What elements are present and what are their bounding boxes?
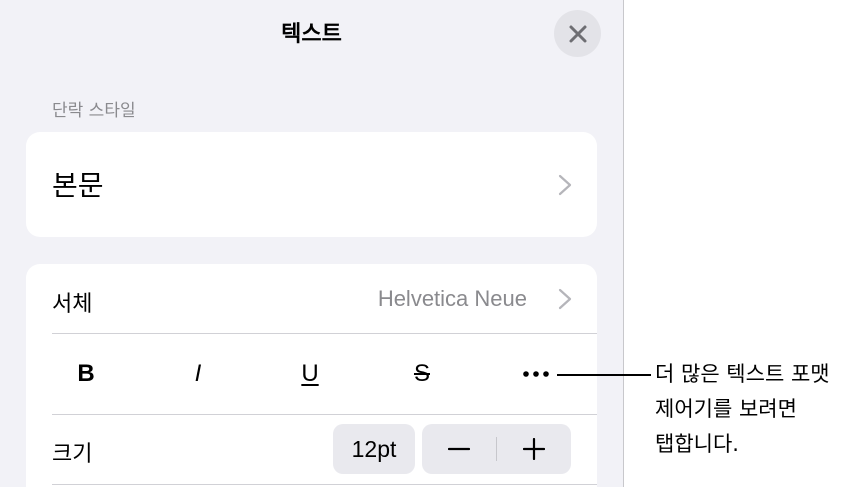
font-size-stepper — [422, 424, 571, 474]
chevron-right-icon — [558, 288, 572, 310]
font-row[interactable]: 서체 Helvetica Neue — [26, 264, 597, 334]
underline-button[interactable]: U — [254, 334, 366, 414]
callout-leader-line — [557, 374, 651, 376]
italic-button[interactable]: I — [142, 334, 254, 414]
decrease-size-button[interactable] — [422, 424, 496, 474]
size-label: 크기 — [52, 442, 93, 467]
italic-label: I — [194, 360, 202, 387]
text-format-card: 서체 Helvetica Neue B I U S 크기 12pt — [26, 264, 597, 487]
paragraph-style-row[interactable]: 본문 — [26, 132, 597, 237]
text-format-panel: 텍스트 단락 스타일 본문 서체 Helvetica Neue B I U S … — [0, 0, 624, 487]
increase-size-button[interactable] — [497, 424, 571, 474]
divider — [52, 484, 597, 485]
minus-icon — [448, 447, 470, 451]
font-value: Helvetica Neue — [377, 286, 527, 311]
callout-line-3: 탭합니다. — [655, 432, 739, 456]
chevron-right-icon — [558, 174, 572, 196]
close-button[interactable] — [554, 10, 601, 57]
font-label: 서체 — [52, 292, 93, 317]
more-icon — [523, 371, 549, 377]
panel-title: 텍스트 — [281, 22, 342, 47]
paragraph-style-section-label: 단락 스타일 — [52, 101, 136, 121]
bold-button[interactable]: B — [30, 334, 142, 414]
font-size-value[interactable]: 12pt — [333, 424, 415, 474]
underline-label: U — [301, 360, 319, 387]
strikethrough-label: S — [413, 360, 430, 387]
plus-icon — [523, 438, 545, 460]
close-icon — [569, 25, 586, 42]
callout-text: 더 많은 텍스트 포맷 제어기를 보려면 탭합니다. — [655, 357, 855, 462]
bold-label: B — [77, 360, 95, 387]
callout-line-2: 제어기를 보려면 — [655, 397, 797, 421]
strikethrough-button[interactable]: S — [366, 334, 478, 414]
divider — [52, 414, 597, 415]
callout-line-1: 더 많은 텍스트 포맷 — [655, 362, 830, 386]
paragraph-style-value: 본문 — [52, 169, 104, 202]
